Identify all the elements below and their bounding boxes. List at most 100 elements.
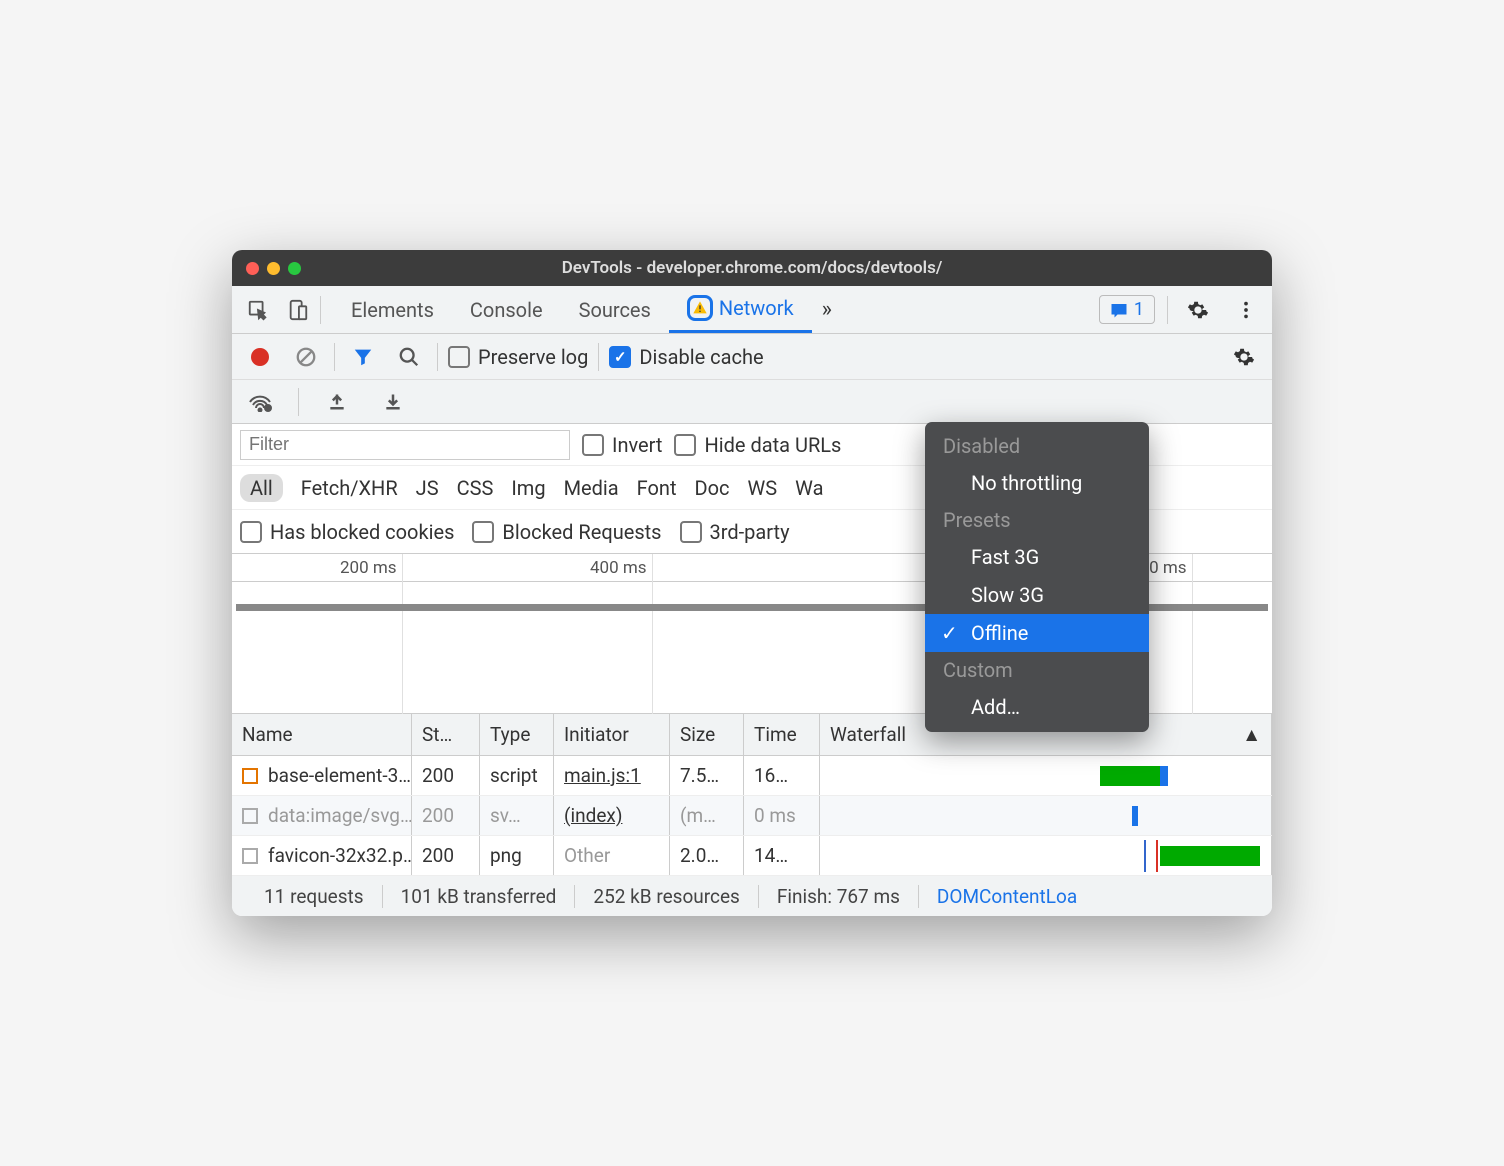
check-icon: ✓ [941,621,958,645]
checkbox-unchecked-icon [472,521,494,543]
invert-checkbox[interactable]: Invert [582,433,662,457]
tab-console[interactable]: Console [452,286,561,333]
inspect-element-icon[interactable] [240,292,276,328]
network-conditions-icon[interactable] [242,384,278,420]
cell-status: 200 [412,796,480,835]
blocked-cookies-label: Has blocked cookies [270,520,454,544]
status-bar: 11 requests 101 kB transferred 252 kB re… [232,876,1272,916]
throttling-dropdown: Disabled No throttling Presets Fast 3G S… [925,422,1149,732]
separator [437,343,438,371]
close-window-button[interactable] [246,262,259,275]
cell-time: 0 ms [744,796,820,835]
tabs-row: Elements Console Sources Network » 1 [232,286,1272,334]
tab-sources[interactable]: Sources [561,286,669,333]
dropdown-section-custom: Custom [925,652,1149,688]
blocked-cookies-checkbox[interactable]: Has blocked cookies [240,520,454,544]
filter-css[interactable]: CSS [457,476,494,500]
window-controls [246,262,301,275]
network-settings-icon[interactable] [1226,339,1262,375]
filter-js[interactable]: JS [416,476,439,500]
dropdown-item-slow-3g[interactable]: Slow 3G [925,576,1149,614]
col-status[interactable]: St… [412,714,480,755]
preserve-log-label: Preserve log [478,345,588,369]
third-party-checkbox[interactable]: 3rd-party [680,520,790,544]
tab-network-label: Network [719,296,794,320]
disable-cache-checkbox[interactable]: ✓ Disable cache [609,345,763,369]
import-har-icon[interactable] [319,384,355,420]
more-menu-icon[interactable] [1228,292,1264,328]
blocked-requests-label: Blocked Requests [502,520,661,544]
filter-all[interactable]: All [240,474,283,502]
dropdown-item-add[interactable]: Add… [925,688,1149,726]
domcontentloaded-marker [1144,840,1146,872]
status-finish: Finish: 767 ms [759,885,919,908]
messages-button[interactable]: 1 [1099,295,1155,324]
load-marker [1156,840,1158,872]
waterfall-bar [1100,766,1160,786]
export-har-icon[interactable] [375,384,411,420]
dropdown-item-offline[interactable]: ✓ Offline [925,614,1149,652]
filter-wasm[interactable]: Wa [795,476,823,500]
checkbox-unchecked-icon [240,521,262,543]
table-row[interactable]: favicon-32x32.p… 200 png Other 2.0… 14… [232,836,1272,876]
invert-label: Invert [612,433,662,457]
status-requests: 11 requests [246,885,383,908]
minimize-window-button[interactable] [267,262,280,275]
col-time[interactable]: Time [744,714,820,755]
script-file-icon [242,768,258,784]
status-transferred: 101 kB transferred [383,885,576,908]
cell-size: 2.0… [670,836,744,875]
col-size[interactable]: Size [670,714,744,755]
maximize-window-button[interactable] [288,262,301,275]
separator [320,296,321,324]
waterfall-bar [1132,806,1138,826]
cell-initiator: Other [564,844,610,867]
separator [298,388,299,416]
network-toolbar-2 [232,380,1272,424]
status-domcontent: DOMContentLoa [919,885,1095,908]
filter-media[interactable]: Media [564,476,619,500]
dropdown-section-disabled: Disabled [925,428,1149,464]
cell-name: data:image/svg… [268,804,412,827]
filter-doc[interactable]: Doc [695,476,730,500]
tick-label: 200 ms [340,558,397,578]
settings-icon[interactable] [1180,292,1216,328]
tab-network[interactable]: Network [669,286,812,333]
cell-initiator[interactable]: (index) [564,804,622,827]
third-party-label: 3rd-party [710,520,790,544]
table-row[interactable]: data:image/svg… 200 sv… (index) (m… 0 ms [232,796,1272,836]
col-type[interactable]: Type [480,714,554,755]
device-toggle-icon[interactable] [280,292,316,328]
image-file-icon [242,848,258,864]
status-resources: 252 kB resources [575,885,758,908]
separator [334,343,335,371]
titlebar: DevTools - developer.chrome.com/docs/dev… [232,250,1272,286]
preserve-log-checkbox[interactable]: Preserve log [448,345,588,369]
search-icon[interactable] [391,339,427,375]
filter-img[interactable]: Img [511,476,545,500]
table-body: base-element-3… 200 script main.js:1 7.5… [232,756,1272,876]
filter-fetch[interactable]: Fetch/XHR [301,476,398,500]
record-button[interactable] [242,339,278,375]
cell-waterfall [820,756,1272,795]
separator [598,343,599,371]
more-tabs-button[interactable]: » [812,297,842,322]
tab-elements[interactable]: Elements [333,286,452,333]
filter-font[interactable]: Font [637,476,677,500]
blocked-requests-checkbox[interactable]: Blocked Requests [472,520,661,544]
filter-input[interactable] [240,430,570,460]
table-row[interactable]: base-element-3… 200 script main.js:1 7.5… [232,756,1272,796]
hide-data-urls-checkbox[interactable]: Hide data URLs [674,433,841,457]
cell-type: png [480,836,554,875]
cell-waterfall [820,836,1272,875]
dropdown-item-no-throttling[interactable]: No throttling [925,464,1149,502]
filter-ws[interactable]: WS [748,476,778,500]
filter-icon[interactable] [345,339,381,375]
col-name[interactable]: Name [232,714,412,755]
checkbox-unchecked-icon [674,434,696,456]
cell-initiator[interactable]: main.js:1 [564,764,641,787]
clear-icon[interactable] [288,339,324,375]
dropdown-item-fast-3g[interactable]: Fast 3G [925,538,1149,576]
dropdown-item-offline-label: Offline [971,621,1028,645]
col-initiator[interactable]: Initiator [554,714,670,755]
